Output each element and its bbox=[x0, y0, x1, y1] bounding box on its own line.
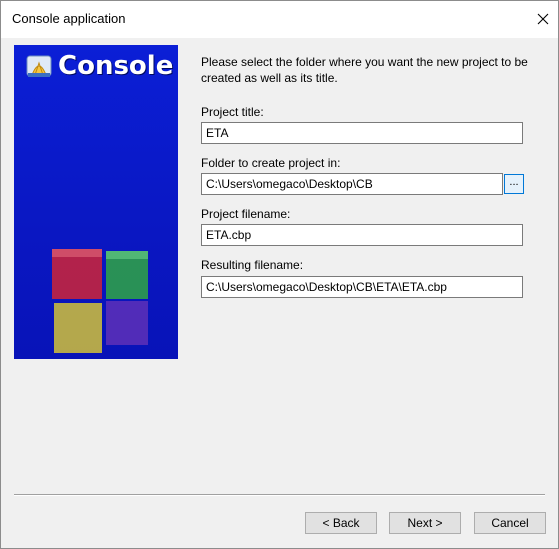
back-button[interactable]: < Back bbox=[305, 512, 377, 534]
folder-input[interactable]: C:\Users\omegaco\Desktop\CB bbox=[201, 173, 503, 195]
project-title-input[interactable]: ETA bbox=[201, 122, 523, 144]
browse-folder-button[interactable]: ... bbox=[504, 174, 524, 194]
banner-logo: Console bbox=[24, 51, 173, 81]
wizard-banner: Console bbox=[14, 45, 178, 359]
title-bar: Console application bbox=[0, 0, 559, 38]
next-button[interactable]: Next > bbox=[389, 512, 461, 534]
project-title-label: Project title: bbox=[201, 105, 264, 119]
codeblocks-icon bbox=[26, 55, 52, 77]
banner-title: Console bbox=[58, 51, 174, 81]
resulting-filename-label: Resulting filename: bbox=[201, 258, 304, 272]
cube-graphic bbox=[52, 249, 148, 353]
close-icon bbox=[537, 13, 549, 25]
project-filename-input[interactable]: ETA.cbp bbox=[201, 224, 523, 246]
footer-separator bbox=[14, 494, 545, 496]
wizard-description: Please select the folder where you want … bbox=[201, 55, 528, 85]
folder-label: Folder to create project in: bbox=[201, 156, 341, 170]
cancel-button[interactable]: Cancel bbox=[474, 512, 546, 534]
close-button[interactable] bbox=[527, 0, 559, 38]
window-title: Console application bbox=[12, 11, 126, 26]
project-filename-label: Project filename: bbox=[201, 207, 291, 221]
resulting-filename-input: C:\Users\omegaco\Desktop\CB\ETA\ETA.cbp bbox=[201, 276, 523, 298]
